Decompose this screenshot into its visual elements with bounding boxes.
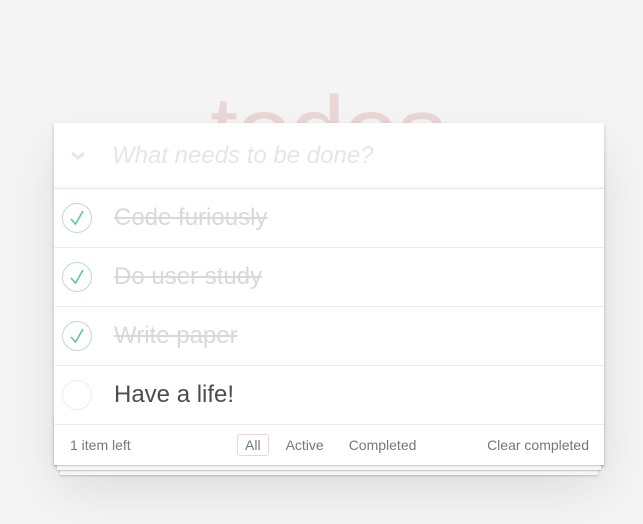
chevron-down-icon (71, 151, 85, 160)
items-left-count: 1 item left (70, 437, 131, 453)
todo-item: Write paper (54, 307, 604, 366)
todo-label[interactable]: Have a life! (114, 366, 234, 424)
new-todo-row (54, 123, 604, 189)
todo-list: Code furiously Do user study Write paper… (54, 189, 604, 425)
todo-label[interactable]: Code furiously (114, 189, 267, 247)
todo-label[interactable]: Write paper (114, 307, 238, 365)
todo-checkbox[interactable] (62, 321, 92, 351)
toggle-all-button[interactable] (54, 123, 102, 188)
todo-label[interactable]: Do user study (114, 248, 262, 306)
todo-checkbox[interactable] (62, 262, 92, 292)
todo-checkbox[interactable] (62, 203, 92, 233)
todo-footer: 1 item left All Active Completed Clear c… (54, 425, 604, 465)
filter-completed[interactable]: Completed (341, 434, 425, 456)
todo-item: Code furiously (54, 189, 604, 248)
filter-active[interactable]: Active (278, 434, 332, 456)
todo-item: Have a life! (54, 366, 604, 425)
checkmark-icon (70, 210, 84, 226)
todo-app: Code furiously Do user study Write paper… (54, 123, 604, 465)
todo-checkbox[interactable] (62, 380, 92, 410)
todo-item: Do user study (54, 248, 604, 307)
checkmark-icon (70, 328, 84, 344)
checkmark-icon (70, 269, 84, 285)
filter-all[interactable]: All (237, 434, 269, 456)
filter-tabs: All Active Completed (237, 434, 424, 456)
new-todo-input[interactable] (112, 123, 592, 188)
clear-completed-button[interactable]: Clear completed (487, 425, 589, 465)
